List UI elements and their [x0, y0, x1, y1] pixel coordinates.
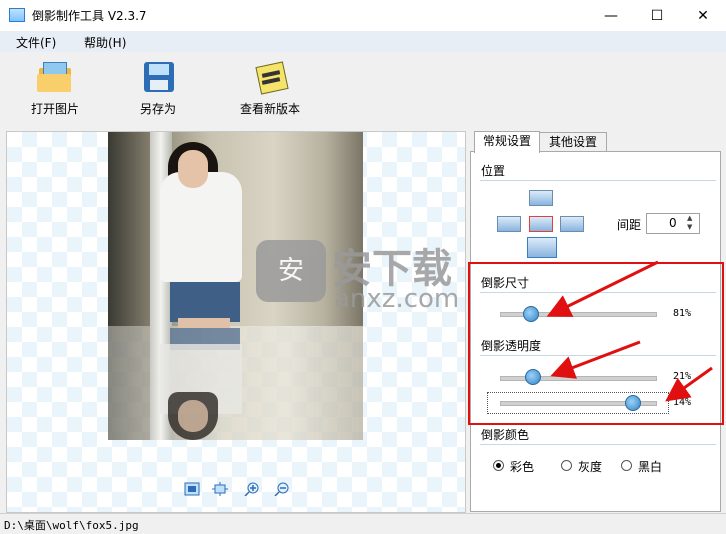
spin-down-icon[interactable]: ▼: [687, 223, 692, 231]
tab-other-settings[interactable]: 其他设置: [539, 132, 607, 152]
save-as-button[interactable]: 另存为: [136, 60, 180, 117]
check-version-button[interactable]: 查看新版本: [238, 60, 302, 117]
photo-shirt: [160, 172, 242, 282]
zoom-out-icon[interactable]: [274, 482, 290, 497]
position-left-icon[interactable]: [497, 216, 521, 232]
app-icon: [9, 8, 25, 22]
window-title: 倒影制作工具 V2.3.7: [32, 9, 147, 23]
photo-shorts: [170, 282, 240, 322]
menu-file[interactable]: 文件(F): [16, 34, 56, 51]
annotation-arrows: [546, 260, 713, 402]
position-top-icon[interactable]: [529, 190, 553, 206]
menu-help[interactable]: 帮助(H): [84, 34, 126, 51]
fit-window-icon[interactable]: [184, 482, 200, 496]
black-white-radio-label: 黑白: [638, 460, 663, 474]
color-radio[interactable]: [493, 460, 504, 471]
zoom-in-icon[interactable]: [244, 482, 260, 497]
spin-up-icon[interactable]: ▲: [687, 214, 692, 222]
gray-radio-label: 灰度: [578, 460, 603, 474]
position-divider: [480, 180, 716, 181]
black-white-radio[interactable]: [621, 460, 632, 471]
reflection-color-title: 倒影颜色: [481, 428, 530, 442]
gray-radio[interactable]: [561, 460, 572, 471]
photo-face: [178, 150, 208, 188]
position-section-title: 位置: [481, 164, 506, 178]
save-as-label: 另存为: [139, 102, 176, 116]
folder-icon: [35, 60, 75, 94]
menu-bar: 文件(F) 帮助(H): [0, 31, 726, 53]
spacing-value: 0: [669, 216, 677, 230]
maximize-button[interactable]: ☐: [634, 0, 680, 31]
spacing-spinbox[interactable]: 0 ▲ ▼: [646, 213, 700, 234]
watermark-url: anxz.com: [334, 284, 460, 314]
save-icon: [138, 60, 178, 94]
status-bar: D:\桌面\wolf\fox5.jpg: [0, 513, 726, 534]
check-version-label: 查看新版本: [239, 102, 300, 116]
spacing-label: 间距: [617, 218, 642, 232]
reflection-face: [178, 400, 208, 432]
title-bar: 倒影制作工具 V2.3.7 — ☐ ✕: [0, 0, 726, 31]
position-bottom-icon[interactable]: [527, 237, 557, 258]
actual-size-icon[interactable]: [212, 482, 228, 496]
minimize-button[interactable]: —: [588, 0, 634, 31]
position-right-icon[interactable]: [560, 216, 584, 232]
position-center-icon[interactable]: [529, 216, 553, 232]
open-image-button[interactable]: 打开图片: [30, 60, 80, 117]
close-button[interactable]: ✕: [680, 0, 726, 31]
tab-general-settings[interactable]: 常规设置: [474, 131, 540, 153]
reflection-color-divider: [480, 444, 716, 445]
annotation-arrow-size: [546, 260, 659, 317]
annotation-arrow-opacity-1: [550, 340, 641, 379]
watermark-badge: 安: [256, 240, 326, 302]
annotation-arrow-opacity-2: [665, 366, 713, 402]
color-radio-label: 彩色: [510, 460, 535, 474]
new-version-icon: [250, 60, 290, 95]
file-path: D:\桌面\wolf\fox5.jpg: [4, 519, 139, 532]
toolbar: 打开图片 另存为 查看新版本: [0, 52, 726, 130]
photo-legs: [178, 318, 230, 328]
open-image-label: 打开图片: [30, 102, 79, 116]
